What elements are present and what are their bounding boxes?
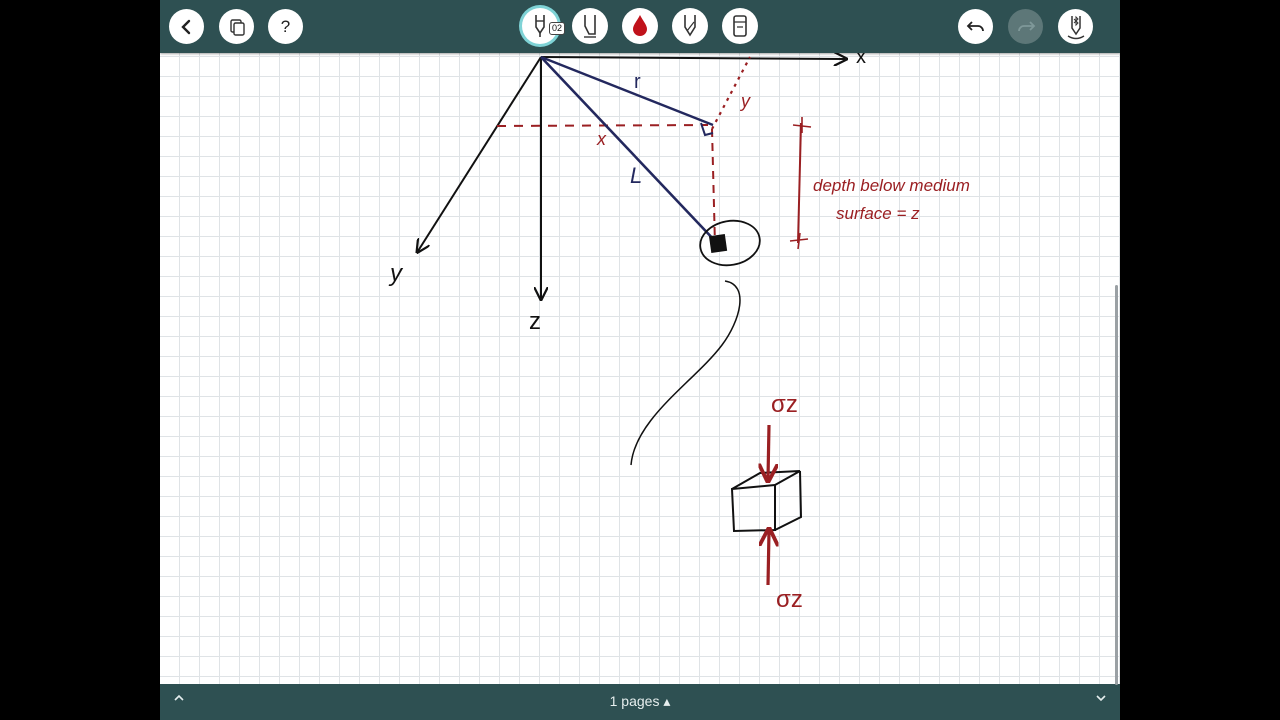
redo-button[interactable] [1008, 9, 1043, 44]
highlighter-tool-button[interactable] [572, 8, 608, 44]
sigma-bottom-label: σz [776, 586, 803, 613]
distance-lines [540, 55, 718, 244]
bluetooth-stylus-icon [1067, 15, 1084, 39]
color-drop-icon [633, 15, 647, 36]
z-axis-label: z [529, 308, 541, 335]
page-count-label: 1 pages ▴ [609, 693, 671, 709]
x-projection-label: x [596, 129, 607, 149]
back-button[interactable] [169, 9, 204, 44]
eraser-tool-button[interactable] [722, 8, 758, 44]
notes-app-window: ? 02 x y z x y r L depth below medium su… [160, 0, 1120, 720]
help-button[interactable]: ? [268, 9, 303, 44]
y-axis-label: y [388, 260, 404, 287]
depth-dimension [789, 117, 812, 250]
page-count-button[interactable]: 1 pages ▴ [160, 693, 1120, 710]
projection-lines [496, 56, 751, 246]
color-picker-button[interactable] [622, 8, 658, 44]
leader-curve [630, 280, 741, 466]
back-icon [180, 19, 190, 34]
y-projection-label: y [739, 91, 751, 111]
L-label: L [630, 163, 642, 188]
sigma-top-label: σz [771, 391, 798, 418]
redo-icon [1017, 20, 1035, 31]
highlighter-icon [584, 15, 596, 38]
undo-icon [966, 20, 984, 31]
r-label: r [634, 71, 641, 93]
pencil-tool-button[interactable] [672, 8, 708, 44]
tool-size-badge: 02 [548, 22, 565, 35]
depth-note-line2: surface = z [836, 204, 920, 223]
help-icon: ? [280, 16, 291, 36]
x-axis-label: x [856, 53, 866, 68]
point-element [699, 219, 761, 267]
pen-tool-button[interactable]: 02 [522, 8, 565, 44]
vertical-scrollbar[interactable] [1115, 285, 1118, 685]
pencil-icon [684, 15, 696, 37]
bottom-bar: 1 pages ▴ [160, 684, 1120, 720]
depth-note-line1: depth below medium [813, 176, 970, 195]
pages-icon [229, 18, 245, 36]
stylus-settings-button[interactable] [1058, 9, 1093, 44]
stress-cube [730, 470, 803, 533]
stress-arrows [768, 424, 769, 586]
handwritten-sketch: x y z x y r L depth below medium surface… [388, 53, 970, 613]
top-toolbar: ? 02 [160, 0, 1120, 53]
eraser-icon [733, 15, 747, 37]
pen-icon [535, 15, 545, 37]
chevron-down-icon[interactable] [1095, 692, 1107, 707]
undo-button[interactable] [958, 9, 993, 44]
note-canvas[interactable]: x y z x y r L depth below medium surface… [160, 53, 1120, 684]
pages-button[interactable] [219, 9, 254, 44]
